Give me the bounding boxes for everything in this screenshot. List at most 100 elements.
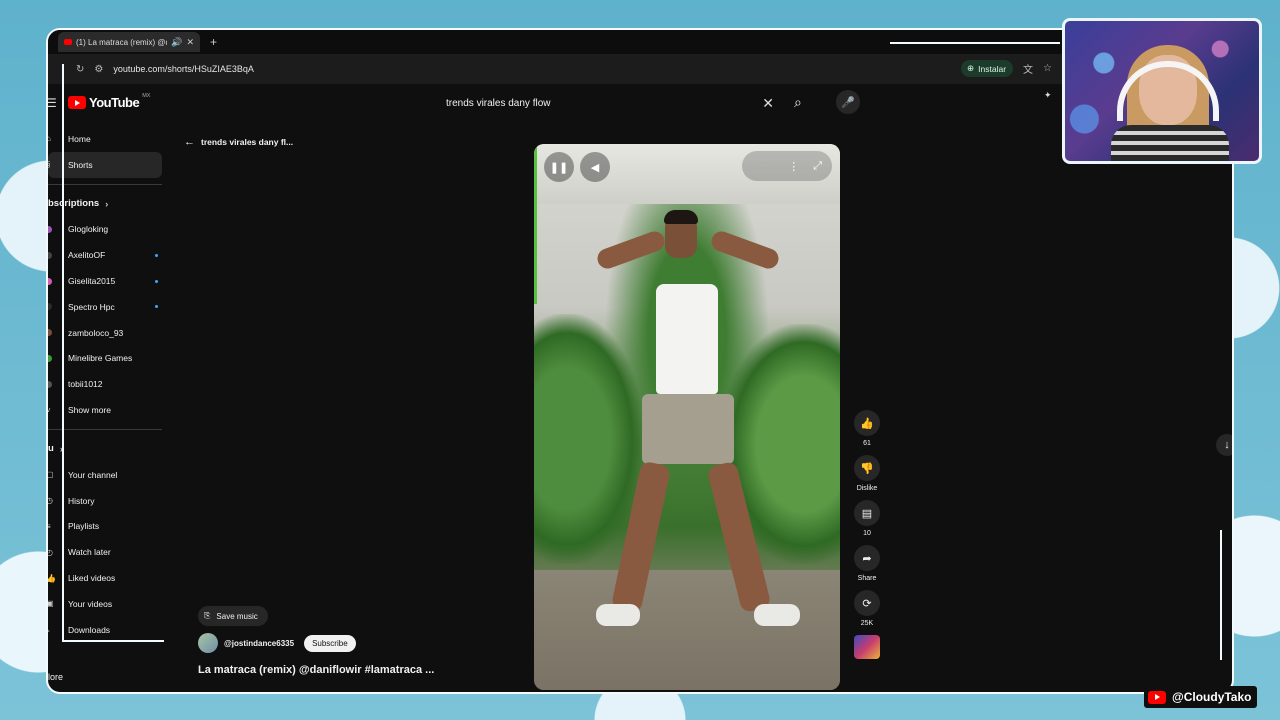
browser-window: (1) La matraca (remix) @dai 🔊 ✕ + ↻ ⚙ yo… bbox=[46, 28, 1234, 694]
divider bbox=[48, 183, 162, 185]
webcam-overlay bbox=[1062, 18, 1262, 164]
sidebar-item-label: tobii1012 bbox=[68, 379, 103, 390]
sidebar-item-your-channel[interactable]: ▢ Your channel bbox=[48, 462, 170, 488]
channel-avatar bbox=[48, 277, 52, 285]
sidebar: ⌂ Home § Shorts bscriptions › Glogloking… bbox=[48, 126, 170, 686]
reload-icon[interactable]: ↻ bbox=[76, 64, 84, 75]
subscriptions-header[interactable]: bscriptions › bbox=[48, 191, 170, 217]
sidebar-item-playlists[interactable]: ≡ Playlists bbox=[48, 514, 170, 540]
pause-icon[interactable]: ❚❚ bbox=[544, 152, 574, 182]
fullscreen-icon[interactable]: ⤢ bbox=[813, 160, 822, 173]
sidebar-item-shorts[interactable]: § Shorts bbox=[48, 151, 162, 178]
thumbs-up-icon: 👍 bbox=[46, 573, 56, 583]
sidebar-item-history[interactable]: ◷ History bbox=[48, 488, 170, 514]
youtube-favicon-icon bbox=[64, 39, 72, 45]
comment-action: ▤ 10 bbox=[850, 500, 884, 537]
search-input[interactable]: trends virales dany flow ✕ bbox=[438, 90, 788, 116]
site-info-icon[interactable]: ⚙ bbox=[94, 64, 103, 75]
comment-icon[interactable]: ▤ bbox=[854, 500, 880, 526]
close-tab-icon[interactable]: ✕ bbox=[186, 37, 194, 48]
new-content-dot bbox=[155, 305, 158, 309]
install-app-button[interactable]: ⊕ Instalar bbox=[961, 60, 1014, 77]
sidebar-item-subscription[interactable]: Glogloking bbox=[48, 217, 170, 243]
player-top-controls: ⋮ ⤢ bbox=[742, 151, 832, 181]
microphone-icon[interactable]: 🎤 bbox=[836, 90, 860, 114]
frame-decoration bbox=[62, 64, 64, 640]
sidebar-item-subscription[interactable]: zamboloco_93 bbox=[48, 320, 170, 346]
share-action: ➦ Share bbox=[850, 545, 884, 582]
sidebar-item-label: Your videos bbox=[68, 598, 113, 609]
shorts-video-player[interactable]: ❚❚ ◀ ⋮ ⤢ bbox=[534, 144, 840, 690]
video-frame-detail bbox=[642, 394, 734, 464]
thumbs-down-icon[interactable]: 👎 bbox=[854, 455, 880, 481]
save-music-button[interactable]: ⎘ Save music bbox=[198, 606, 268, 626]
more-options-icon[interactable]: ⋮ bbox=[788, 160, 799, 173]
short-title[interactable]: La matraca (remix) @daniflowir #lamatrac… bbox=[198, 664, 434, 676]
you-section-header[interactable]: u › bbox=[48, 436, 170, 462]
sidebar-item-label: Watch later bbox=[68, 547, 111, 558]
history-icon: ◷ bbox=[46, 496, 53, 506]
sidebar-item-label: zamboloco_93 bbox=[68, 327, 124, 338]
comment-count: 10 bbox=[863, 530, 871, 537]
browser-tab[interactable]: (1) La matraca (remix) @dai 🔊 ✕ bbox=[58, 32, 200, 52]
sidebar-item-liked-videos[interactable]: 👍 Liked videos bbox=[48, 565, 170, 591]
search-query: trends virales dany flow bbox=[446, 97, 551, 109]
hamburger-menu-icon[interactable]: ☰ bbox=[48, 96, 57, 110]
youtube-logo-icon bbox=[1148, 690, 1166, 704]
video-frame-detail bbox=[708, 228, 782, 272]
sidebar-item-label: Show more bbox=[68, 405, 111, 416]
translate-icon[interactable]: 文 bbox=[1023, 61, 1033, 76]
thumbs-up-icon[interactable]: 👍 bbox=[854, 410, 880, 436]
channel-avatar bbox=[48, 303, 52, 311]
search-icon[interactable]: ⌕ bbox=[794, 94, 802, 111]
video-frame-detail bbox=[754, 604, 800, 626]
youtube-play-icon bbox=[68, 96, 86, 109]
audio-playing-icon[interactable]: 🔊 bbox=[171, 37, 182, 48]
sidebar-item-subscription[interactable]: Minelibre Games bbox=[48, 346, 170, 372]
sidebar-item-subscription[interactable]: Spectro Hpc bbox=[48, 294, 170, 320]
frame-decoration bbox=[62, 640, 164, 642]
sidebar-item-watch-later[interactable]: ◴ Watch later bbox=[48, 539, 170, 565]
sparkle-icon: ✦ bbox=[1044, 90, 1052, 100]
sidebar-item-subscription[interactable]: AxelitoOF bbox=[48, 242, 170, 268]
channel-info: @jostindance6335 Subscribe bbox=[198, 633, 356, 653]
channel-handle[interactable]: @jostindance6335 bbox=[224, 639, 294, 648]
like-action: 👍 61 bbox=[850, 410, 884, 447]
sidebar-item-show-more[interactable]: ˅ Show more bbox=[48, 397, 170, 423]
webcam-detail bbox=[1111, 125, 1229, 161]
clear-search-icon[interactable]: ✕ bbox=[762, 95, 774, 112]
sidebar-item-label: Giselita2015 bbox=[68, 276, 116, 287]
share-icon[interactable]: ➦ bbox=[854, 545, 880, 571]
subscribe-button[interactable]: Subscribe bbox=[304, 634, 356, 652]
new-content-dot bbox=[155, 279, 158, 283]
new-tab-icon[interactable]: + bbox=[210, 35, 217, 49]
sidebar-item-home[interactable]: ⌂ Home bbox=[48, 126, 170, 152]
frame-decoration bbox=[1220, 530, 1222, 660]
sidebar-item-more[interactable]: lore bbox=[48, 672, 63, 682]
new-content-dot bbox=[155, 253, 158, 257]
sidebar-item-subscription[interactable]: tobii1012 bbox=[48, 371, 170, 397]
remix-icon[interactable]: ⟳ bbox=[854, 590, 880, 616]
sidebar-item-your-videos[interactable]: ▣ Your videos bbox=[48, 591, 170, 617]
youtube-header: ☰ YouTube MX trends virales dany flow ✕ … bbox=[48, 84, 1232, 124]
bookmark-star-icon[interactable]: ☆ bbox=[1043, 63, 1052, 74]
avatar[interactable] bbox=[198, 633, 218, 653]
back-to-search[interactable]: ← trends virales dany fl... bbox=[184, 136, 293, 148]
chevron-down-icon: ˅ bbox=[46, 405, 51, 415]
youtube-logo[interactable]: YouTube MX bbox=[68, 93, 150, 110]
sidebar-item-downloads[interactable]: ⤓ Downloads bbox=[48, 617, 170, 643]
volume-icon[interactable]: ◀ bbox=[580, 152, 610, 182]
shorts-actions: 👍 61 👎 Dislike ▤ 10 ➦ Share ⟳ 25K bbox=[850, 410, 884, 659]
channel-avatar bbox=[48, 225, 52, 233]
address-bar: ↻ ⚙ youtube.com/shorts/HSuZIAE3BqA ⊕ Ins… bbox=[48, 54, 1232, 84]
chevron-right-icon: › bbox=[105, 198, 109, 209]
you-title: u bbox=[48, 443, 54, 455]
sound-thumbnail[interactable] bbox=[854, 635, 880, 659]
sidebar-item-subscription[interactable]: Giselita2015 bbox=[48, 268, 170, 294]
next-short-arrow-down-icon[interactable]: ↓ bbox=[1216, 434, 1232, 456]
home-icon: ⌂ bbox=[46, 134, 51, 144]
clock-icon: ◴ bbox=[46, 547, 53, 557]
url-field[interactable]: youtube.com/shorts/HSuZIAE3BqA bbox=[113, 64, 254, 74]
sidebar-item-label: AxelitoOF bbox=[68, 250, 106, 261]
tab-title: (1) La matraca (remix) @dai bbox=[76, 37, 168, 47]
